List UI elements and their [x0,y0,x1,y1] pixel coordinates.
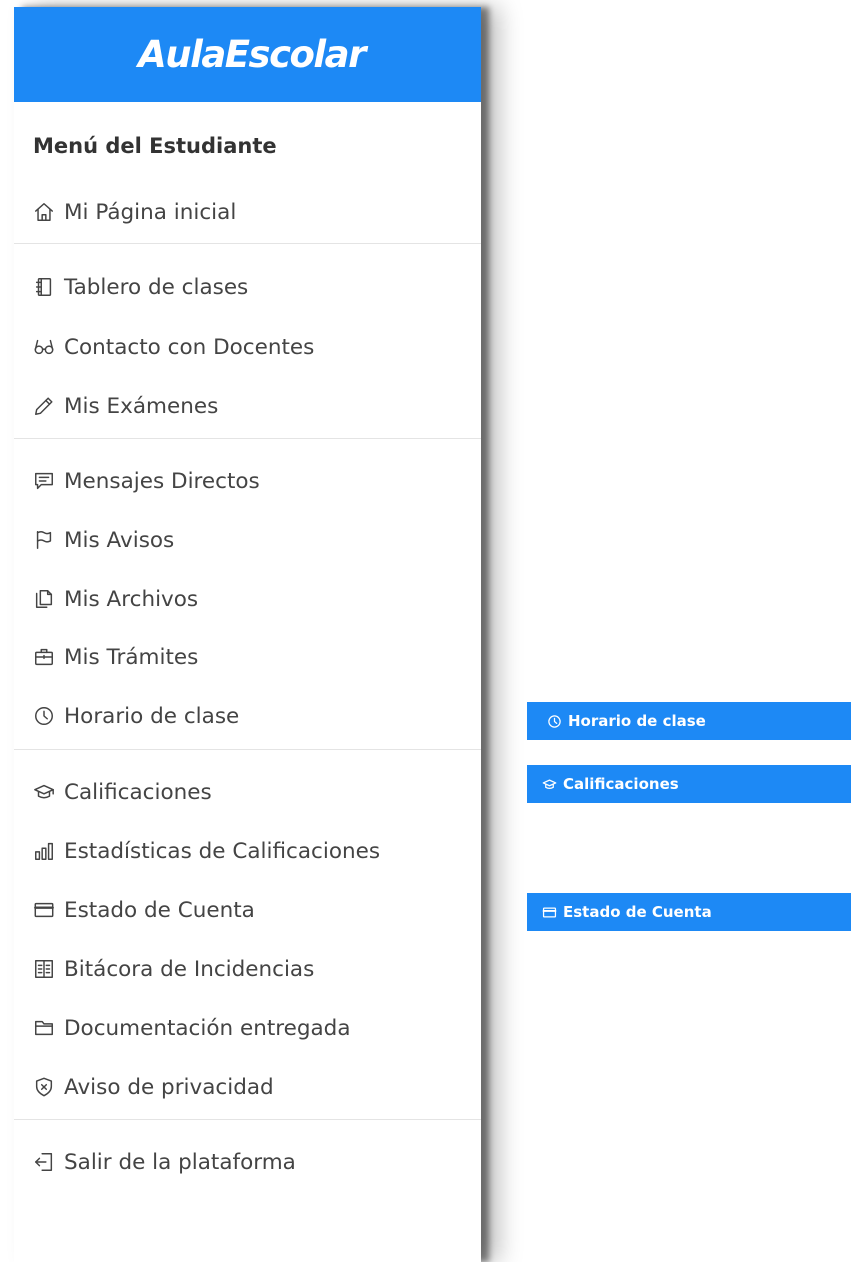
chip-grades[interactable]: Calificaciones [527,765,851,803]
shield-x-icon [33,1076,55,1098]
credit-card-icon [542,905,557,920]
menu-item-procedures[interactable]: Mis Trámites [33,639,198,675]
menu-item-label: Bitácora de Incidencias [64,956,315,982]
menu-divider [14,749,481,750]
glasses-icon [33,336,55,358]
student-sidebar: AulaEscolar Menú del Estudiante Mi Págin… [14,7,481,1262]
menu-divider [14,438,481,439]
menu-item-files[interactable]: Mis Archivos [33,581,198,617]
menu-item-label: Tablero de clases [64,274,249,300]
clock-icon [547,714,562,729]
message-icon [33,470,55,492]
menu-item-label: Mis Avisos [64,527,175,553]
bar-chart-icon [33,840,55,862]
menu-item-label: Estado de Cuenta [64,897,255,923]
menu-divider [14,243,481,244]
menu-item-grades[interactable]: Calificaciones [33,774,212,810]
book-open-icon [33,958,55,980]
menu-item-label: Aviso de privacidad [64,1074,274,1100]
menu-title: Menú del Estudiante [33,134,277,158]
menu-item-home[interactable]: Mi Página inicial [33,194,236,230]
graduation-cap-icon [33,781,55,803]
menu-item-label: Documentación entregada [64,1015,351,1041]
menu-divider [14,1119,481,1120]
flag-icon [33,529,55,551]
menu-item-label: Mis Exámenes [64,393,219,419]
logout-icon [33,1151,55,1173]
menu-item-label: Calificaciones [64,779,212,805]
graduation-cap-icon [542,777,557,792]
menu-item-label: Mis Archivos [64,586,199,612]
menu-item-class-board[interactable]: Tablero de clases [33,269,248,305]
credit-card-icon [33,899,55,921]
briefcase-icon [33,646,55,668]
pencil-icon [33,395,55,417]
menu-item-grade-statistics[interactable]: Estadísticas de Calificaciones [33,833,380,869]
chip-label: Horario de clase [568,712,706,730]
menu-item-incident-log[interactable]: Bitácora de Incidencias [33,951,314,987]
menu-item-privacy-notice[interactable]: Aviso de privacidad [33,1069,274,1105]
menu-item-label: Horario de clase [64,703,240,729]
menu-item-logout[interactable]: Salir de la plataforma [33,1144,296,1180]
clock-icon [33,705,55,727]
page: AulaEscolar Menú del Estudiante Mi Págin… [0,0,851,1262]
menu-item-contact-teachers[interactable]: Contacto con Docentes [33,329,314,365]
chip-label: Estado de Cuenta [563,903,712,921]
brand-header: AulaEscolar [14,7,481,102]
chip-account-statement[interactable]: Estado de Cuenta [527,893,851,931]
menu-item-direct-messages[interactable]: Mensajes Directos [33,463,260,499]
menu-item-class-schedule[interactable]: Horario de clase [33,698,239,734]
files-icon [33,588,55,610]
menu-item-exams[interactable]: Mis Exámenes [33,388,218,424]
brand-logo-text: AulaEscolar [138,33,366,76]
menu-item-notices[interactable]: Mis Avisos [33,522,174,558]
menu-item-label: Salir de la plataforma [64,1149,296,1175]
menu-item-label: Mi Página inicial [64,199,237,225]
folder-icon [33,1017,55,1039]
home-icon [33,201,55,223]
menu-item-delivered-documents[interactable]: Documentación entregada [33,1010,351,1046]
chip-class-schedule[interactable]: Horario de clase [527,702,851,740]
menu-item-label: Estadísticas de Calificaciones [64,838,381,864]
menu-item-label: Contacto con Docentes [64,334,315,360]
menu-item-label: Mensajes Directos [64,468,260,494]
menu-item-account-statement[interactable]: Estado de Cuenta [33,892,255,928]
notebook-icon [33,276,55,298]
chip-label: Calificaciones [563,775,679,793]
menu-item-label: Mis Trámites [64,644,199,670]
